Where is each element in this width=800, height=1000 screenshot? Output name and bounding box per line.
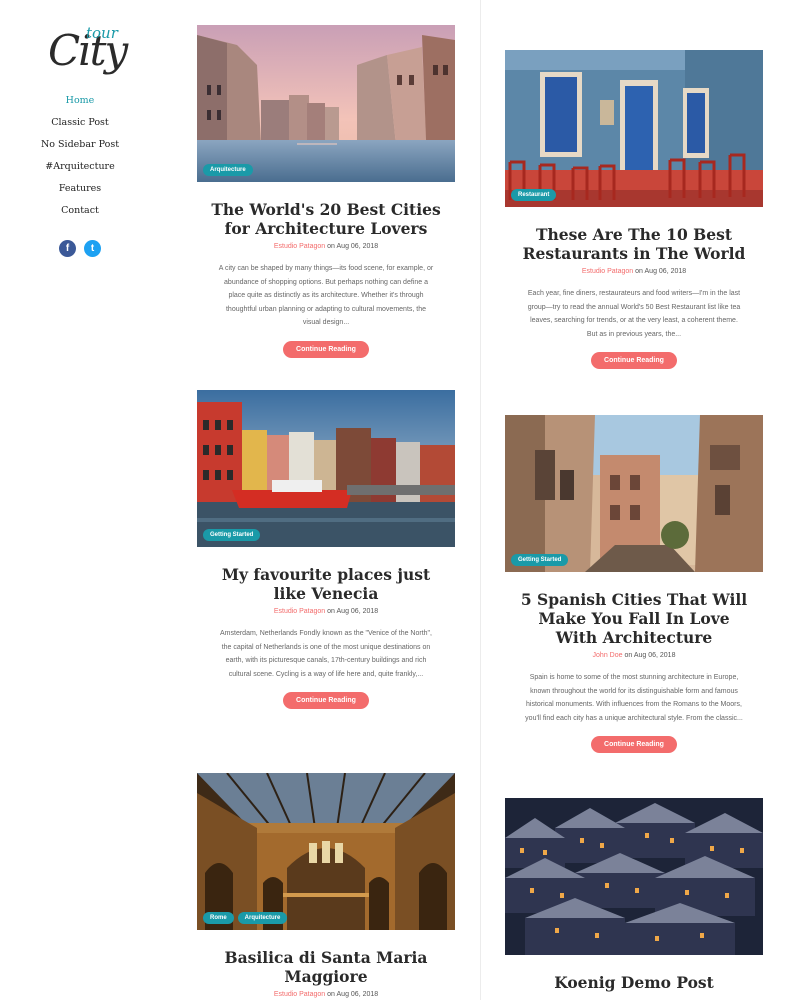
tag-badge[interactable]: Arquitecture <box>237 912 288 924</box>
post-title[interactable]: These Are The 10 Best Restaurants in The… <box>518 225 750 263</box>
post-title[interactable]: My favourite places just like Venecia <box>210 565 442 603</box>
post-image-canal-houses[interactable]: Getting Started <box>197 390 455 547</box>
post-date: Aug 06, 2018 <box>633 652 676 659</box>
canal-houses-image <box>197 390 455 547</box>
post-title[interactable]: The World's 20 Best Cities for Architect… <box>210 200 442 238</box>
post-date-prefix: on <box>635 268 643 275</box>
post-meta: Estudio Patagon on Aug 06, 2018 <box>197 608 455 615</box>
nav-item-arquitecture[interactable]: #Arquitecture <box>0 160 160 182</box>
post-excerpt: Amsterdam, Netherlands Fondly known as t… <box>220 630 432 678</box>
post-title[interactable]: 5 Spanish Cities That Will Make You Fall… <box>518 590 750 647</box>
continue-reading-button[interactable]: Continue Reading <box>283 340 369 358</box>
nav-item-contact[interactable]: Contact <box>0 204 160 226</box>
post-card: Koenig Demo Post <box>505 798 763 992</box>
post-author[interactable]: Estudio Patagon <box>582 268 633 275</box>
venice-canal-image <box>197 25 455 182</box>
post-image-restaurant[interactable]: Restaurant <box>505 50 763 207</box>
post-card: Getting Started My favourite places just… <box>197 390 455 709</box>
post-meta: Estudio Patagon on Aug 06, 2018 <box>197 243 455 250</box>
post-excerpt: Spain is home to some of the most stunni… <box>525 674 743 722</box>
social-links: f t <box>59 240 101 257</box>
post-date: Aug 06, 2018 <box>644 268 687 275</box>
twitter-icon[interactable]: t <box>84 240 101 257</box>
post-meta: Estudio Patagon on Aug 06, 2018 <box>197 991 455 998</box>
post-meta: John Doe on Aug 06, 2018 <box>505 652 763 659</box>
post-excerpt: A city can be shaped by many things—its … <box>218 265 434 326</box>
spanish-street-image <box>505 415 763 572</box>
post-tags: Arquitecture <box>203 164 253 176</box>
post-date: Aug 06, 2018 <box>336 608 379 615</box>
post-author[interactable]: Estudio Patagon <box>274 243 325 250</box>
post-excerpt: Each year, fine diners, restaurateurs an… <box>527 290 741 338</box>
tag-badge[interactable]: Arquitecture <box>203 164 253 176</box>
post-card: Arquitecture The World's 20 Best Cities … <box>197 25 455 358</box>
post-tags: Rome Arquitecture <box>203 912 288 924</box>
nav-item-classic-post[interactable]: Classic Post <box>0 116 160 138</box>
nav-item-features[interactable]: Features <box>0 182 160 204</box>
column-divider <box>480 0 481 1000</box>
post-image-spanish-street[interactable]: Getting Started <box>505 415 763 572</box>
basilica-hall-image <box>197 773 455 930</box>
post-date-prefix: on <box>327 991 335 998</box>
tag-badge[interactable]: Getting Started <box>203 529 261 541</box>
continue-reading-button[interactable]: Continue Reading <box>591 736 677 753</box>
post-author[interactable]: Estudio Patagon <box>274 991 325 998</box>
continue-reading-button[interactable]: Continue Reading <box>283 692 369 709</box>
post-tags: Restaurant <box>511 189 557 201</box>
nav-item-no-sidebar-post[interactable]: No Sidebar Post <box>0 138 160 160</box>
sidebar: City tour Home Classic Post No Sidebar P… <box>0 0 165 1000</box>
post-title[interactable]: Basilica di Santa Maria Maggiore <box>210 948 442 986</box>
tag-badge[interactable]: Restaurant <box>511 189 557 201</box>
post-date-prefix: on <box>624 652 633 659</box>
post-tags: Getting Started <box>203 529 261 541</box>
post-image-basilica-hall[interactable]: Rome Arquitecture <box>197 773 455 930</box>
tag-badge[interactable]: Getting Started <box>511 554 569 566</box>
logo-tour-text: tour <box>86 24 118 42</box>
post-meta: Estudio Patagon on Aug 06, 2018 <box>505 268 763 275</box>
post-tags: Getting Started <box>511 554 569 566</box>
post-card: Restaurant These Are The 10 Best Restaur… <box>505 50 763 369</box>
post-date-prefix: on <box>327 608 335 615</box>
post-date: Aug 06, 2018 <box>336 991 379 998</box>
post-title[interactable]: Koenig Demo Post <box>518 973 750 992</box>
post-card: Getting Started 5 Spanish Cities That Wi… <box>505 415 763 753</box>
post-author[interactable]: Estudio Patagon <box>274 608 325 615</box>
post-image-night-village[interactable] <box>505 798 763 955</box>
night-village-image <box>505 798 763 955</box>
post-card: Rome Arquitecture Basilica di Santa Mari… <box>197 773 455 998</box>
post-date-prefix: on <box>327 243 335 250</box>
continue-reading-button[interactable]: Continue Reading <box>591 352 677 369</box>
restaurant-facade-image <box>505 50 763 207</box>
main-navigation: Home Classic Post No Sidebar Post #Arqui… <box>0 94 160 226</box>
post-author[interactable]: John Doe <box>593 652 623 659</box>
nav-item-home[interactable]: Home <box>0 94 160 116</box>
site-logo[interactable]: City tour <box>44 20 128 86</box>
post-date: Aug 06, 2018 <box>336 243 379 250</box>
facebook-icon[interactable]: f <box>59 240 76 257</box>
tag-badge[interactable]: Rome <box>203 912 234 924</box>
post-image-venice-canal[interactable]: Arquitecture <box>197 25 455 182</box>
